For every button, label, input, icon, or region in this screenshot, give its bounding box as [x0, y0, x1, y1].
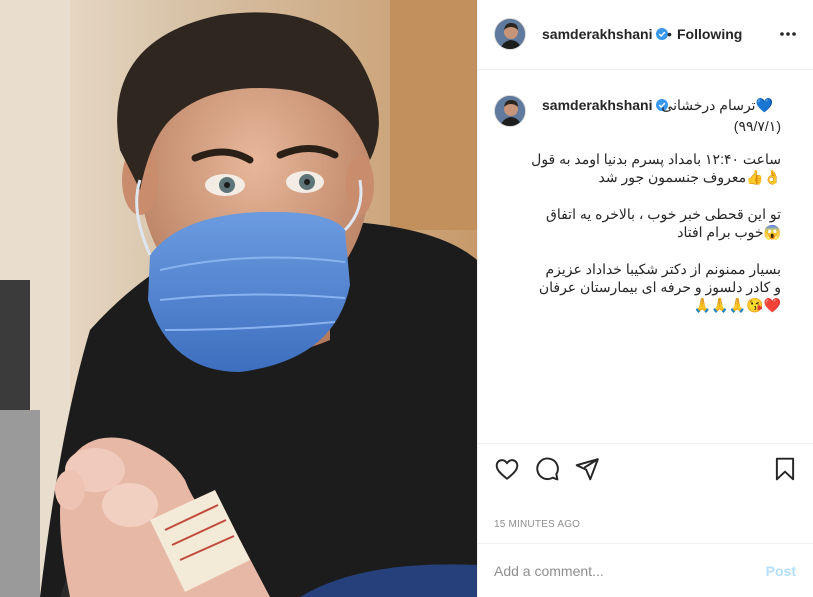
caption-line: (۹۹/۷/۱): [733, 118, 781, 134]
caption-username-link[interactable]: samderakhshani: [542, 97, 668, 113]
paper-plane-icon: [575, 458, 599, 481]
like-button[interactable]: [494, 456, 520, 482]
separator-dot: •: [667, 26, 672, 42]
avatar-image: [495, 19, 525, 49]
caption-username-text: samderakhshani: [542, 97, 653, 113]
more-options-icon[interactable]: [778, 24, 798, 44]
post-timestamp[interactable]: 15 MINUTES AGO: [494, 519, 580, 530]
caption-line: تو این قحطی خبر خوب ، بالاخره یه اتفاق: [545, 206, 781, 222]
caption-line: 💙ترسام درخشانی: [661, 97, 773, 113]
comment-form: Post: [478, 543, 813, 597]
verified-badge-icon: [655, 28, 668, 40]
caption-line: 😱خوب برام افتاد: [677, 224, 781, 240]
avatar[interactable]: [494, 18, 526, 50]
bookmark-icon: [775, 457, 795, 481]
heart-icon: [495, 459, 519, 480]
comment-button[interactable]: [534, 456, 560, 482]
post-comment-button[interactable]: Post: [766, 563, 796, 579]
action-bar: [478, 443, 813, 503]
caption-avatar[interactable]: [494, 95, 526, 127]
caption-line: 👌👍معروف جنسمون جور شد: [598, 169, 782, 185]
save-button[interactable]: [772, 456, 798, 482]
username-link[interactable]: samderakhshani: [542, 26, 668, 42]
avatar-image: [495, 96, 525, 126]
caption-line: ❤️😘🙏🙏🙏: [693, 297, 781, 313]
caption-line: ساعت ۱۲:۴۰ بامداد پسرم بدنیا اومد به قول: [531, 151, 781, 167]
following-button[interactable]: Following: [677, 26, 742, 42]
username-text: samderakhshani: [542, 26, 653, 42]
post-side-panel: samderakhshani • Following samderakhshan…: [477, 0, 813, 597]
share-button[interactable]: [574, 456, 600, 482]
post-photo[interactable]: [0, 0, 477, 597]
caption-line: بسیار ممنونم از دکتر شکیبا خداداد عزیزم: [545, 261, 781, 277]
comment-input[interactable]: [494, 560, 744, 582]
post-header: samderakhshani • Following: [478, 0, 813, 70]
comment-bubble-icon: [536, 457, 559, 481]
selfie-image: [0, 0, 477, 597]
caption-line: و کادر دلسوز و حرفه ای بیمارستان عرفان: [538, 279, 781, 295]
